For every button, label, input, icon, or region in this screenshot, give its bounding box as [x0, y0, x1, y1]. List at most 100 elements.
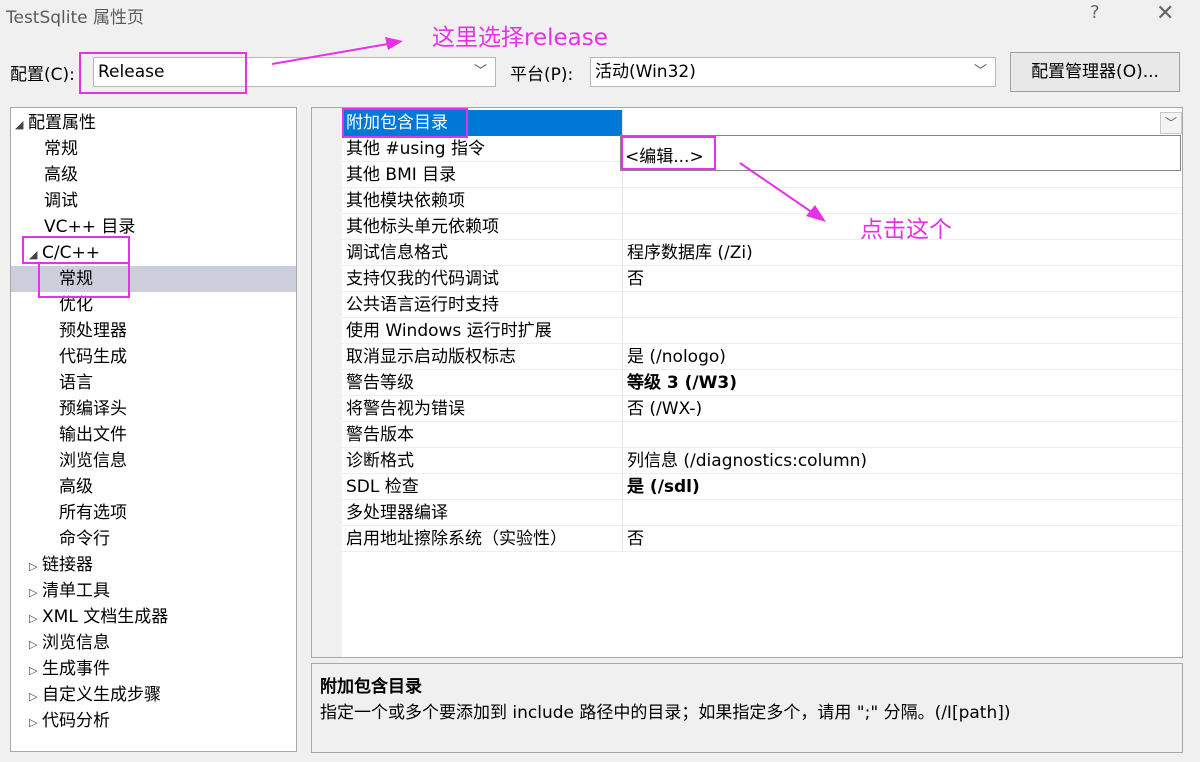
config-manager-button[interactable]: 配置管理器(O)...: [1010, 52, 1180, 92]
property-name: 启用地址擦除系统（实验性）: [346, 529, 567, 549]
property-row[interactable]: 其他标头单元依赖项: [342, 214, 1182, 240]
window-title: TestSqlite 属性页: [6, 8, 145, 28]
expand-icon[interactable]: ▷: [29, 580, 42, 606]
property-value[interactable]: [622, 110, 1182, 136]
property-row[interactable]: 公共语言运行时支持: [342, 292, 1182, 318]
property-row[interactable]: 支持仅我的代码调试 否: [342, 266, 1182, 292]
property-name: 将警告视为错误: [346, 399, 465, 419]
config-select-value: Release: [98, 62, 165, 82]
property-value[interactable]: [622, 422, 1182, 448]
property-row[interactable]: 取消显示启动版权标志 是 (/nologo): [342, 344, 1182, 370]
tree-item-command-line[interactable]: 命令行: [59, 526, 110, 552]
property-row[interactable]: 警告等级 等级 3 (/W3): [342, 370, 1182, 396]
tree-item-debugging[interactable]: 调试: [44, 188, 78, 214]
tree-item-label: 配置属性: [28, 113, 96, 133]
tree-item-manifest-tool[interactable]: ▷ 清单工具: [29, 578, 110, 604]
tree-item-label: 清单工具: [42, 581, 110, 601]
description-pane: 附加包含目录 指定一个或多个要添加到 include 路径中的目录；如果指定多个…: [311, 663, 1183, 753]
property-row[interactable]: 将警告视为错误 否 (/WX-): [342, 396, 1182, 422]
property-name: 取消显示启动版权标志: [346, 347, 516, 367]
property-grid: 附加包含目录 ﹀ 其他 #using 指令 其他 BMI 目录 其他模块依赖项 …: [311, 107, 1183, 658]
property-value[interactable]: [622, 500, 1182, 526]
platform-label: 平台(P):: [510, 65, 574, 85]
property-row[interactable]: 调试信息格式 程序数据库 (/Zi): [342, 240, 1182, 266]
platform-select[interactable]: 活动(Win32) ﹀: [590, 57, 996, 87]
property-name: 使用 Windows 运行时扩展: [346, 321, 552, 341]
expand-icon[interactable]: ◢: [29, 242, 42, 268]
property-name: 附加包含目录: [342, 110, 622, 136]
tree-item-output-files[interactable]: 输出文件: [59, 422, 127, 448]
edit-option[interactable]: <编辑...>: [625, 142, 704, 167]
property-name: SDL 检查: [346, 477, 419, 497]
tree-item-browse-info[interactable]: 浏览信息: [59, 448, 127, 474]
property-value[interactable]: 是 (/sdl): [622, 474, 1182, 500]
property-value[interactable]: 否 (/WX-): [622, 396, 1182, 422]
tree-item-general[interactable]: 常规: [44, 136, 78, 162]
tree-item-all-options[interactable]: 所有选项: [59, 500, 127, 526]
tree-item-label: 生成事件: [42, 659, 110, 679]
expand-icon[interactable]: ▷: [29, 684, 42, 710]
tree-item-label: 浏览信息: [42, 633, 110, 653]
chevron-down-icon[interactable]: ﹀: [1160, 112, 1182, 134]
property-value[interactable]: 等级 3 (/W3): [622, 370, 1182, 396]
property-row[interactable]: 其他模块依赖项: [342, 188, 1182, 214]
property-name: 警告等级: [346, 373, 414, 393]
property-name: 其他标头单元依赖项: [346, 217, 499, 237]
property-value[interactable]: 否: [622, 266, 1182, 292]
tree-item-optimization[interactable]: 优化: [59, 292, 93, 318]
tree-item-label: 代码分析: [42, 711, 110, 731]
property-value[interactable]: 是 (/nologo): [622, 344, 1182, 370]
description-text: 指定一个或多个要添加到 include 路径中的目录；如果指定多个，请用 ";"…: [320, 703, 1011, 723]
tree-item-vc-directories[interactable]: VC++ 目录: [44, 214, 135, 240]
property-tree[interactable]: ◢ 配置属性 常规 高级 调试 VC++ 目录 ◢ C/C++ 常规 优化 预处理器…: [10, 107, 297, 752]
expand-icon[interactable]: ▷: [29, 710, 42, 736]
expand-icon[interactable]: ▷: [29, 554, 42, 580]
property-row[interactable]: 警告版本: [342, 422, 1182, 448]
tree-item-cpp-advanced[interactable]: 高级: [59, 474, 93, 500]
expand-icon[interactable]: ▷: [29, 632, 42, 658]
tree-item-preprocessor[interactable]: 预处理器: [59, 318, 127, 344]
property-value[interactable]: [622, 318, 1182, 344]
property-row[interactable]: 多处理器编译: [342, 500, 1182, 526]
tree-item-code-generation[interactable]: 代码生成: [59, 344, 127, 370]
tree-item-label: 链接器: [42, 555, 93, 575]
tree-item-code-analysis[interactable]: ▷ 代码分析: [29, 708, 110, 734]
help-button[interactable]: ?: [1090, 2, 1100, 23]
property-name: 其他 #using 指令: [346, 139, 485, 159]
property-row[interactable]: SDL 检查 是 (/sdl): [342, 474, 1182, 500]
tree-item-label: XML 文档生成器: [42, 607, 169, 627]
tree-item-linker[interactable]: ▷ 链接器: [29, 552, 93, 578]
property-row[interactable]: 使用 Windows 运行时扩展: [342, 318, 1182, 344]
expand-icon[interactable]: ▷: [29, 658, 42, 684]
tree-item-language[interactable]: 语言: [59, 370, 93, 396]
expand-icon[interactable]: ▷: [29, 606, 42, 632]
annotation-click-this: 点击这个: [860, 217, 952, 243]
tree-item-xml-doc-generator[interactable]: ▷ XML 文档生成器: [29, 604, 168, 630]
property-row[interactable]: 附加包含目录 ﹀: [342, 110, 1182, 136]
chevron-down-icon: ﹀: [473, 64, 487, 79]
tree-item-precompiled-headers[interactable]: 预编译头: [59, 396, 127, 422]
tree-item-cpp[interactable]: ◢ C/C++: [29, 240, 100, 266]
tree-item-custom-build-step[interactable]: ▷ 自定义生成步骤: [29, 682, 161, 708]
property-name: 警告版本: [346, 425, 414, 445]
property-name: 支持仅我的代码调试: [346, 269, 499, 289]
tree-item-cpp-general[interactable]: 常规: [11, 266, 296, 292]
tree-item-label: 自定义生成步骤: [42, 685, 161, 705]
grid-gutter: [312, 108, 342, 657]
property-value[interactable]: [622, 292, 1182, 318]
tree-item-advanced[interactable]: 高级: [44, 162, 78, 188]
expand-icon[interactable]: ◢: [15, 112, 28, 138]
property-value[interactable]: 否: [622, 526, 1182, 552]
property-name: 公共语言运行时支持: [346, 295, 499, 315]
property-row[interactable]: 诊断格式 列信息 (/diagnostics:column): [342, 448, 1182, 474]
close-button[interactable]: ✕: [1156, 1, 1174, 26]
tree-item-build-events[interactable]: ▷ 生成事件: [29, 656, 110, 682]
dropdown-list: <编辑...>: [620, 135, 1181, 171]
tree-item-config-properties[interactable]: ◢ 配置属性: [15, 110, 96, 136]
chevron-down-icon: ﹀: [973, 64, 987, 79]
config-select[interactable]: Release ﹀: [93, 57, 496, 87]
property-value[interactable]: 列信息 (/diagnostics:column): [622, 448, 1182, 474]
platform-select-value: 活动(Win32): [595, 62, 696, 82]
property-row[interactable]: 启用地址擦除系统（实验性） 否: [342, 526, 1182, 552]
tree-item-browse-information[interactable]: ▷ 浏览信息: [29, 630, 110, 656]
